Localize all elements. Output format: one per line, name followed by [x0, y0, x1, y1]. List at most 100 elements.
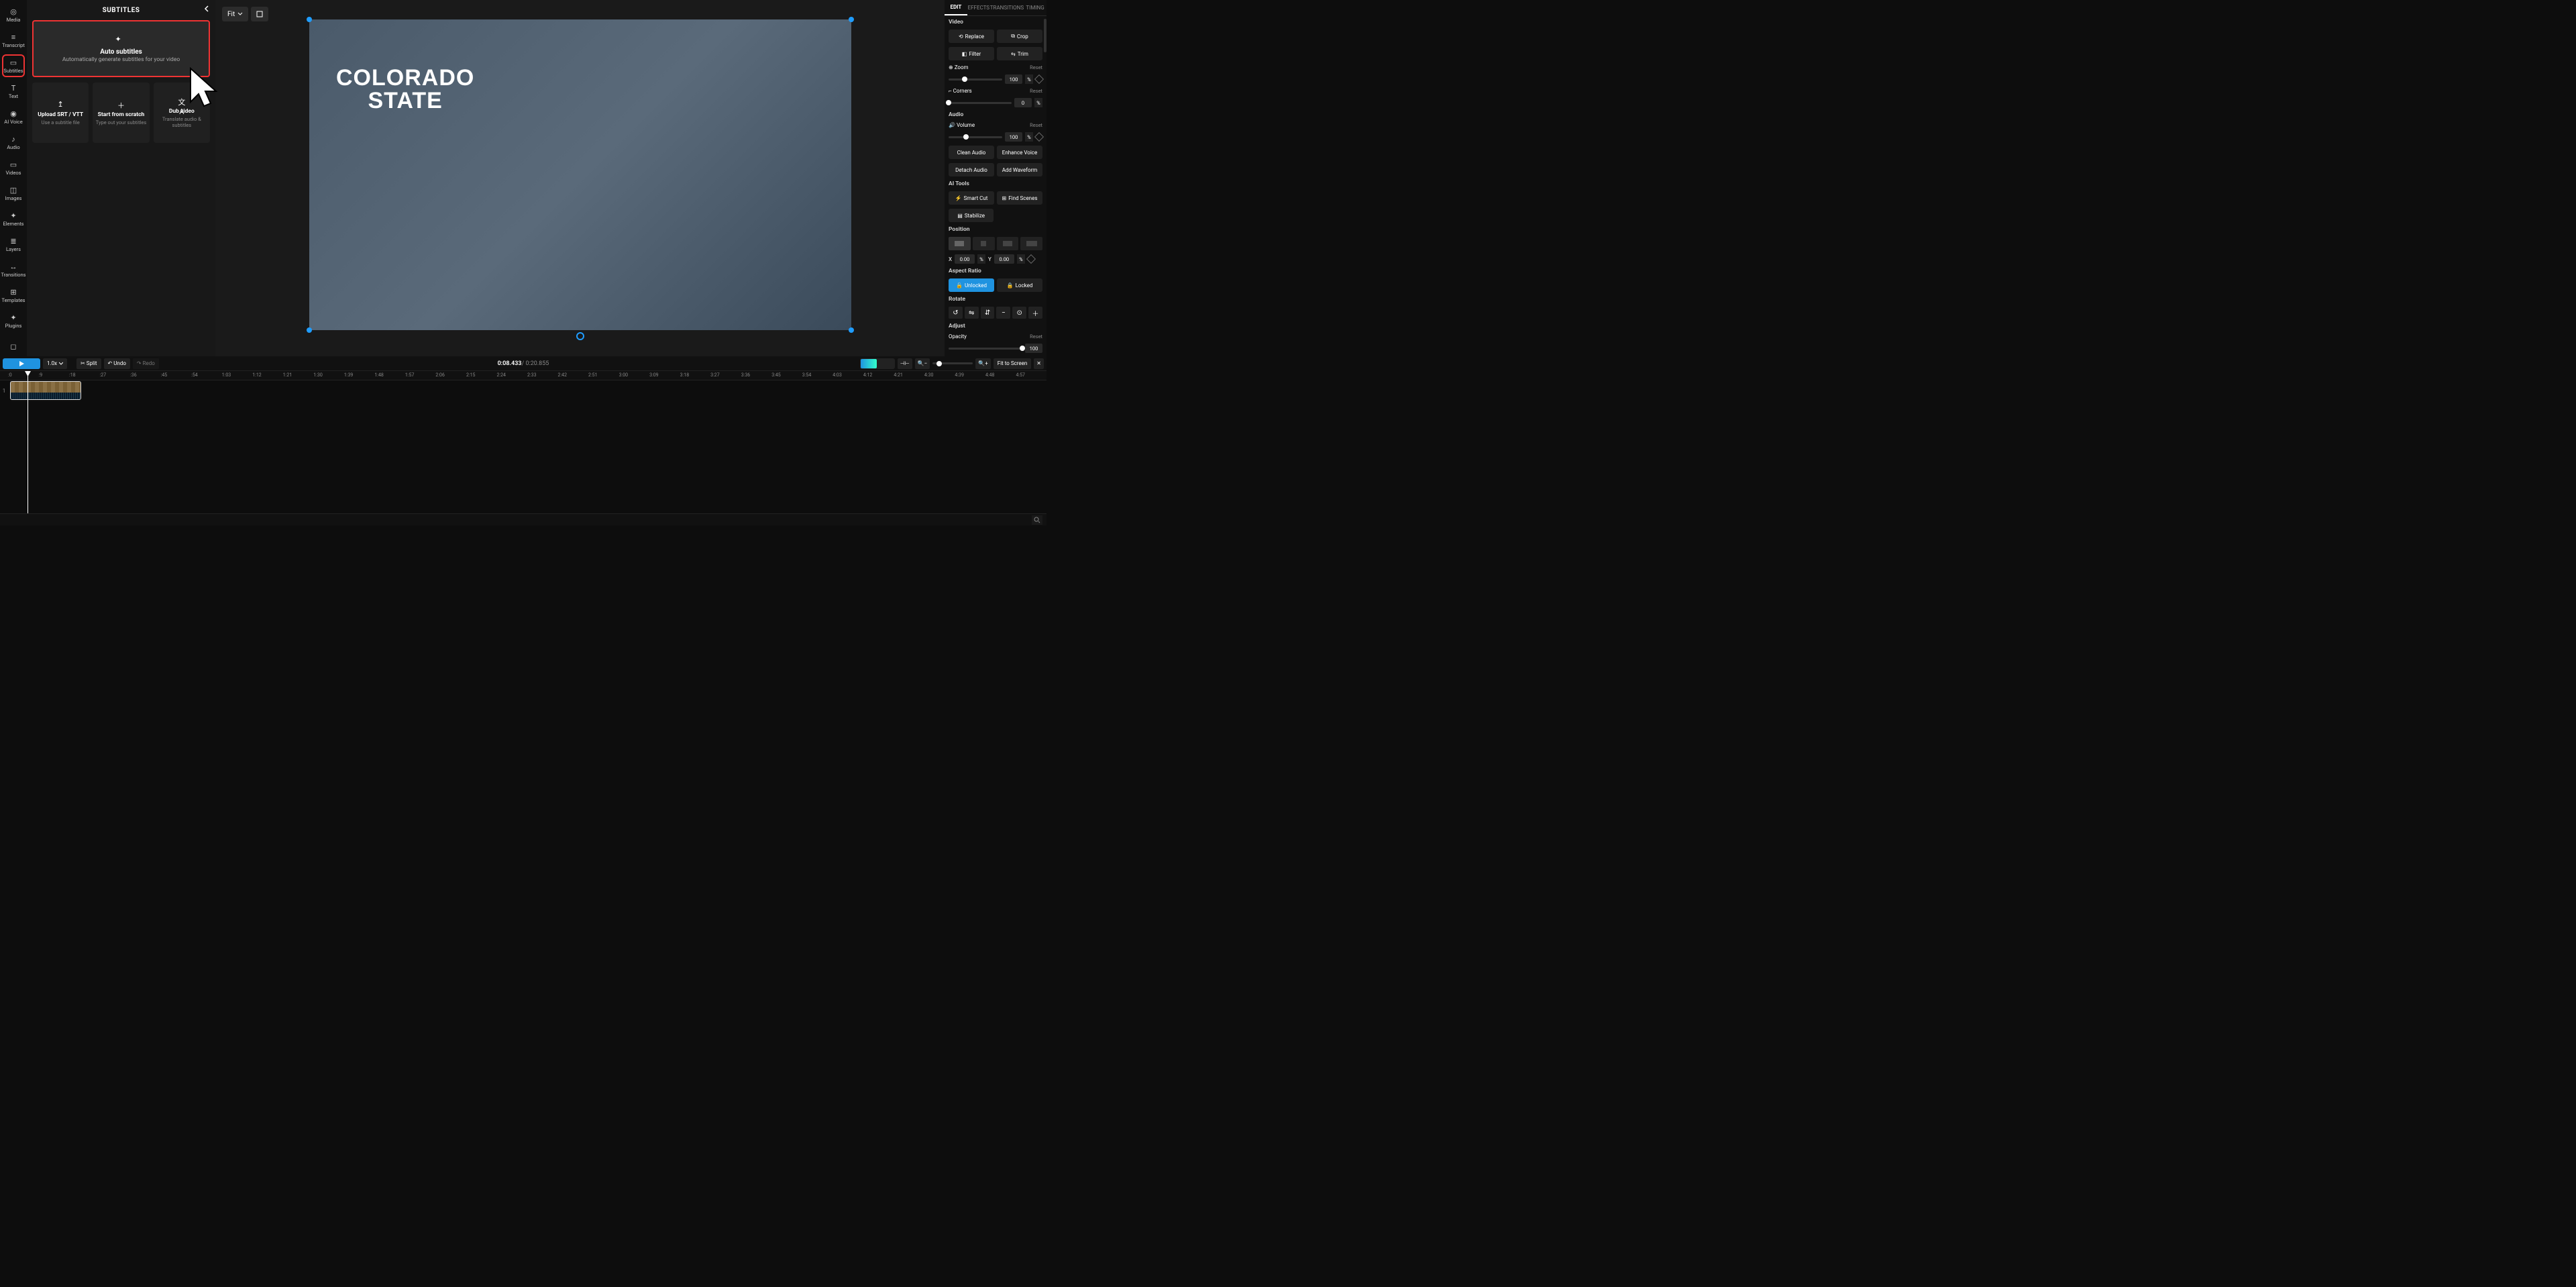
rail-transcript[interactable]: ≡Transcript [2, 29, 25, 52]
magnet-button[interactable]: ⊣⊢ [898, 358, 912, 369]
inspector-scrollbar[interactable] [1044, 19, 1046, 52]
flip-h-button[interactable]: ⇋ [965, 307, 979, 319]
ruler-mark: 2:42 [558, 372, 568, 378]
resize-handle-tl[interactable] [307, 17, 312, 22]
opacity-value[interactable]: 100 [1025, 344, 1042, 353]
speed-dropdown[interactable]: 1.0x [43, 358, 67, 369]
collapse-panel-button[interactable] [201, 3, 213, 15]
ruler-mark: 3:45 [771, 372, 781, 378]
tab-edit[interactable]: EDIT [945, 0, 967, 15]
enhance-voice-button[interactable]: Enhance Voice [997, 146, 1042, 159]
resize-handle-bl[interactable] [307, 327, 312, 333]
rotate-ccw-button[interactable]: ↺ [949, 307, 963, 319]
fullscreen-button[interactable] [251, 7, 268, 21]
fit-dropdown[interactable]: Fit [222, 7, 248, 21]
keyframe-icon[interactable] [1026, 254, 1036, 264]
find-scenes-button[interactable]: ⊞ Find Scenes [997, 191, 1042, 205]
volume-slider[interactable] [949, 136, 1002, 138]
start-scratch-card[interactable]: ＋ Start from scratch Type out your subti… [93, 83, 149, 143]
zoom-slider[interactable] [949, 79, 1002, 81]
rail-images[interactable]: ◫Images [2, 182, 25, 205]
search-timeline-button[interactable] [1032, 515, 1042, 525]
stabilize-button[interactable]: ▤ Stabilize [949, 209, 994, 222]
rail-transitions[interactable]: ↔Transitions [2, 258, 25, 281]
keyframe-icon[interactable] [1034, 74, 1044, 84]
zoom-in-timeline[interactable]: 🔍+ [975, 358, 991, 369]
panel-title: SUBTITLES [27, 0, 215, 20]
rail-audio[interactable]: ♪Audio [2, 131, 25, 154]
rail-elements[interactable]: ✦Elements [2, 207, 25, 230]
trim-button[interactable]: ⇆ Trim [997, 47, 1042, 60]
ruler-mark: 3:36 [741, 372, 751, 378]
filter-button[interactable]: ◧ Filter [949, 47, 994, 60]
auto-subtitles-card[interactable]: ✦ Auto subtitles Automatically generate … [32, 20, 210, 77]
timeline-tracks[interactable]: 1 [0, 380, 1046, 513]
pos-full[interactable] [1020, 237, 1042, 250]
x-input[interactable]: 0.00 [955, 254, 975, 264]
flip-v-button[interactable]: ⇵ [981, 307, 995, 319]
clean-audio-button[interactable]: Clean Audio [949, 146, 994, 159]
corners-reset[interactable]: Reset [1030, 88, 1042, 94]
smart-cut-button[interactable]: ⚡ Smart Cut [949, 191, 994, 205]
resize-handle-tr[interactable] [849, 17, 854, 22]
close-timeline-button[interactable]: ✕ [1034, 358, 1044, 369]
add-waveform-button[interactable]: Add Waveform [997, 163, 1042, 176]
rail-text[interactable]: TText [2, 80, 25, 103]
rotate-header: Rotate [949, 296, 1042, 303]
unlocked-button[interactable]: 🔓 Unlocked [949, 278, 994, 292]
tab-transitions[interactable]: TRANSITIONS [990, 0, 1024, 15]
zoom-reset[interactable]: Reset [1030, 64, 1042, 70]
rail-subtitles[interactable]: ▭Subtitles [2, 54, 25, 77]
detach-audio-button[interactable]: Detach Audio [949, 163, 994, 176]
y-input[interactable]: 0.00 [994, 254, 1014, 264]
corners-value[interactable]: 0 [1014, 98, 1032, 107]
video-clip[interactable] [10, 381, 81, 400]
rail-record[interactable]: ◻ [2, 335, 25, 358]
audio-icon: ♪ [9, 134, 18, 144]
ruler-mark: :45 [161, 372, 168, 378]
rail-aivoice[interactable]: ◉AI Voice [2, 105, 25, 128]
rail-layers[interactable]: ≣Layers [2, 233, 25, 256]
keyframe-icon[interactable] [1034, 132, 1044, 142]
pos-center[interactable] [973, 237, 995, 250]
crop-button[interactable]: ⧉ Crop [997, 30, 1042, 43]
locked-button[interactable]: 🔒 Locked [997, 278, 1042, 292]
rail-videos[interactable]: ▭Videos [2, 156, 25, 179]
zoom-out-button[interactable]: − [996, 307, 1010, 319]
pos-left[interactable] [949, 237, 971, 250]
cursor-overlay-icon [189, 67, 227, 114]
play-button[interactable] [3, 358, 40, 369]
resize-handle-br[interactable] [849, 327, 854, 333]
templates-icon: ⊞ [9, 287, 18, 297]
replace-button[interactable]: ⟲ Replace [949, 30, 994, 43]
ruler-mark: :36 [130, 372, 137, 378]
tab-effects[interactable]: EFFECTS [967, 0, 990, 15]
video-preview[interactable]: COLORADO STATE [309, 19, 851, 330]
upload-srt-card[interactable]: ↥ Upload SRT / VTT Use a subtitle file [32, 83, 89, 143]
redo-button[interactable]: ↷ Redo [133, 358, 159, 369]
ruler-mark: 2:24 [496, 372, 506, 378]
tab-timing[interactable]: TIMING [1024, 0, 1046, 15]
zoom-out-timeline[interactable]: 🔍− [915, 358, 930, 369]
zoom-value[interactable]: 100 [1005, 74, 1022, 84]
volume-value[interactable]: 100 [1005, 132, 1022, 142]
ruler-mark: 4:03 [833, 372, 842, 378]
split-button[interactable]: ✂ Split [76, 358, 101, 369]
timeline-ruler[interactable]: :0:9:18:27:36:45:541:031:121:211:301:391… [0, 371, 1046, 380]
opacity-reset[interactable]: Reset [1030, 333, 1042, 340]
reset-rotate-button[interactable]: ⊙ [1012, 307, 1026, 319]
fit-to-screen-button[interactable]: Fit to Screen [994, 358, 1032, 369]
snap-toggle[interactable] [860, 358, 895, 369]
rail-media[interactable]: ◎Media [2, 3, 25, 26]
volume-reset[interactable]: Reset [1030, 122, 1042, 128]
rail-plugins[interactable]: ✦Plugins [2, 309, 25, 332]
timeline-zoom-slider[interactable] [932, 362, 973, 364]
media-icon: ◎ [9, 7, 18, 16]
rotate-handle[interactable] [576, 332, 584, 340]
zoom-in-button[interactable]: ＋ [1028, 307, 1042, 319]
pos-right[interactable] [997, 237, 1019, 250]
corners-slider[interactable] [949, 102, 1012, 104]
undo-button[interactable]: ↶ Undo [104, 358, 130, 369]
rail-templates[interactable]: ⊞Templates [2, 284, 25, 307]
opacity-slider[interactable] [949, 348, 1022, 350]
